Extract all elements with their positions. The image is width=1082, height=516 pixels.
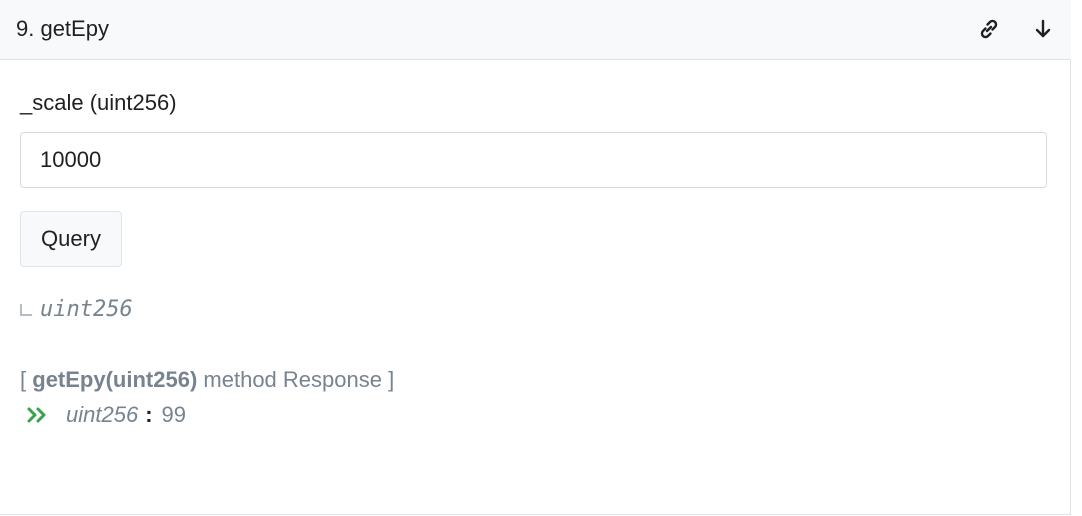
output-type-label: uint256 — [40, 296, 133, 322]
response-type: uint256 — [66, 402, 139, 427]
response-colon: : — [145, 402, 153, 427]
tree-elbow-icon — [20, 304, 32, 316]
response-suffix: method Response ] — [203, 367, 395, 392]
response-method-name: getEpy(uint256) — [32, 367, 198, 392]
response-title: [ getEpy(uint256) method Response ] — [20, 367, 394, 393]
response-row: uint256 : 99 — [26, 401, 186, 429]
link-icon[interactable] — [976, 16, 1002, 42]
response-open-bracket: [ — [20, 367, 27, 392]
response-value: 99 — [161, 402, 186, 427]
scale-input[interactable] — [20, 132, 1047, 188]
double-chevron-right-icon — [26, 406, 48, 424]
output-type: uint256 — [20, 294, 133, 324]
query-button[interactable]: Query — [20, 211, 122, 267]
scale-param-label: _scale (uint256) — [20, 90, 177, 115]
method-title: 9. getEpy — [16, 16, 109, 41]
method-card: 9. getEpy _scale (uint256) Query uin — [0, 0, 1071, 515]
arrow-down-icon[interactable] — [1030, 16, 1056, 42]
card-header[interactable]: 9. getEpy — [0, 0, 1071, 60]
